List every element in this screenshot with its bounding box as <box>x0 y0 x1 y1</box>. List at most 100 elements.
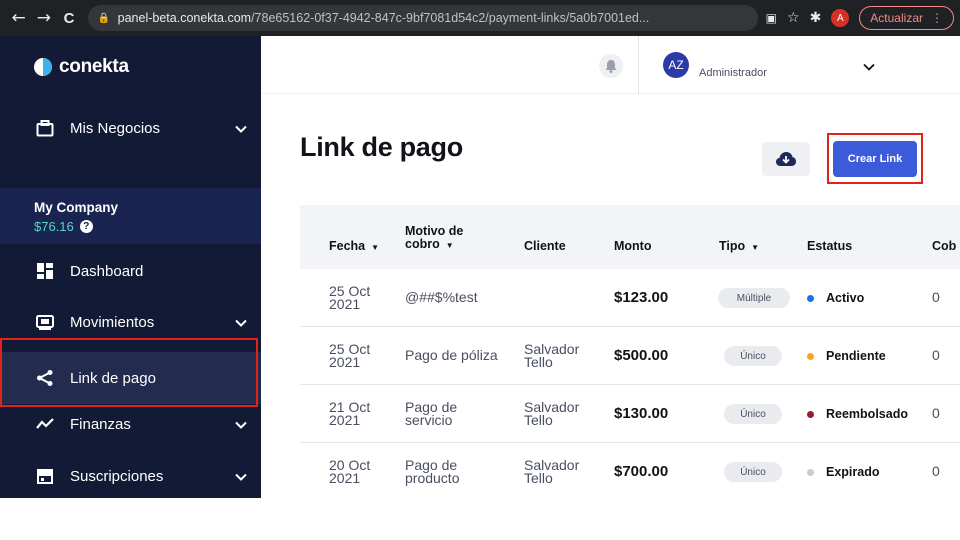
row-amount: $700.00 <box>614 463 669 480</box>
highlight-link-de-pago <box>0 338 258 407</box>
row-concept: @##$%test <box>405 289 478 305</box>
caret-down-icon: ▼ <box>751 243 760 252</box>
caret-down-icon: ▼ <box>371 243 380 252</box>
header-label: Fecha <box>329 239 366 253</box>
column-header-cliente: Cliente <box>524 239 566 253</box>
concept-line2: producto <box>405 470 460 486</box>
status-badge: Activo <box>807 291 864 305</box>
user-avatar[interactable]: AZ <box>663 52 689 78</box>
status-dot <box>807 352 814 360</box>
chevron-down-icon <box>235 468 247 485</box>
extensions-puzzle-icon[interactable]: ✱ <box>810 10 822 26</box>
notifications-bell-icon[interactable] <box>599 54 623 78</box>
status-dot <box>807 468 814 476</box>
type-badge: Múltiple <box>718 288 790 308</box>
trend-line-icon <box>34 415 56 433</box>
sidebar-item-finanzas[interactable]: Finanzas <box>0 404 261 444</box>
chevron-down-icon <box>235 120 247 137</box>
company-balance-row: $76.16 ? <box>34 219 261 234</box>
briefcase-icon <box>34 119 56 137</box>
status-label: Reembolsado <box>826 407 908 421</box>
top-header: AZ Administrador <box>261 36 960 94</box>
company-balance: $76.16 <box>34 219 74 234</box>
lock-icon: 🔒 <box>97 12 111 24</box>
client-last: Tello <box>524 412 553 428</box>
column-header-cobros: Cob <box>932 239 957 253</box>
calendar-icon <box>34 467 56 485</box>
client-last: Tello <box>524 354 553 370</box>
type-badge: Único <box>724 404 782 424</box>
sidebar-item-dashboard[interactable]: Dashboard <box>0 251 261 291</box>
row-date: 25 Oct 2021 <box>329 342 370 370</box>
row-amount: $130.00 <box>614 405 669 422</box>
row-date: 20 Oct 2021 <box>329 458 370 486</box>
caret-down-icon: ▼ <box>445 241 454 250</box>
back-button[interactable]: ← <box>6 8 31 28</box>
client-last: Tello <box>524 470 553 486</box>
column-header-estatus: Estatus <box>807 239 853 253</box>
update-label: Actualizar <box>870 11 923 25</box>
date-year: 2021 <box>329 354 361 370</box>
column-header-fecha[interactable]: Fecha ▼ <box>329 239 379 253</box>
status-label: Pendiente <box>826 349 886 363</box>
url-path: /78e65162-0f37-4942-847c-9bf7081d54c2/pa… <box>251 11 650 25</box>
date-year: 2021 <box>329 296 361 312</box>
column-header-motivo[interactable]: Motivo de cobro ▼ <box>405 225 463 252</box>
status-badge: Expirado <box>807 465 880 479</box>
date-year: 2021 <box>329 470 361 486</box>
sidebar: conekta Mis Negocios My Company $76.16 ?… <box>0 36 261 498</box>
row-date: 21 Oct 2021 <box>329 400 370 427</box>
wallet-icon <box>34 313 56 331</box>
row-count: 0 <box>932 347 940 363</box>
sidebar-item-label: Dashboard <box>70 262 144 280</box>
company-name: My Company <box>34 200 119 215</box>
bookmark-star-icon[interactable]: ☆ <box>787 10 800 26</box>
table-row[interactable]: 25 Oct 2021 Pago de póliza Salvador Tello … <box>300 327 960 385</box>
row-amount: $500.00 <box>614 347 669 364</box>
header-label: Tipo <box>719 239 746 253</box>
browser-toolbar: ← → C 🔒 panel-beta.conekta.com /78e65162… <box>0 0 960 36</box>
sidebar-item-label: Movimientos <box>70 313 155 331</box>
table-row[interactable]: 25 Oct 2021 @##$%test $123.00 Múltiple Ac… <box>300 269 960 327</box>
update-button[interactable]: Actualizar ⋮ <box>859 6 954 30</box>
address-bar[interactable]: 🔒 panel-beta.conekta.com /78e65162-0f37-… <box>87 5 758 31</box>
header-divider <box>638 36 639 94</box>
status-dot <box>807 410 814 418</box>
status-badge: Pendiente <box>807 349 886 363</box>
row-count: 0 <box>932 289 940 305</box>
table-header: Fecha ▼ Motivo de cobro ▼ Cliente Monto Tip… <box>300 205 960 269</box>
forward-button[interactable]: → <box>31 8 56 28</box>
column-header-monto: Monto <box>614 239 652 253</box>
status-label: Expirado <box>826 465 880 479</box>
status-badge: Reembolsado <box>807 407 908 421</box>
row-count: 0 <box>932 405 940 421</box>
table-row[interactable]: 21 Oct 2021 Pago de servicio Salvador Tello… <box>300 385 960 443</box>
sidebar-item-label: Suscripciones <box>70 467 164 485</box>
row-amount: $123.00 <box>614 289 669 306</box>
reload-button[interactable]: C <box>56 10 81 27</box>
sidebar-item-label: Mis Negocios <box>70 119 161 137</box>
table-row[interactable]: 20 Oct 2021 Pago de producto Salvador Tello… <box>300 443 960 501</box>
translate-icon[interactable]: ▣ <box>766 11 777 25</box>
download-button[interactable] <box>762 142 810 176</box>
status-label: Activo <box>826 291 865 305</box>
chevron-down-icon <box>235 314 247 331</box>
row-count: 0 <box>932 463 940 479</box>
highlight-create-link <box>827 133 923 184</box>
row-client: Salvador Tello <box>524 342 579 370</box>
chevron-down-icon <box>235 416 247 433</box>
type-badge: Único <box>724 346 782 366</box>
sidebar-item-movimientos[interactable]: Movimientos <box>0 302 261 342</box>
cloud-download-icon <box>776 152 796 166</box>
sidebar-item-suscripciones[interactable]: Suscripciones <box>0 456 261 496</box>
chevron-down-icon[interactable] <box>863 58 875 76</box>
help-icon[interactable]: ? <box>79 220 93 233</box>
profile-avatar[interactable]: A <box>831 9 850 27</box>
row-date: 25 Oct 2021 <box>329 284 370 312</box>
page-title: Link de pago <box>300 132 463 162</box>
conekta-logo-icon <box>34 58 52 76</box>
sidebar-item-mis-negocios[interactable]: Mis Negocios <box>0 108 261 148</box>
brand-logo[interactable]: conekta <box>34 56 129 78</box>
company-selector[interactable]: My Company $76.16 ? <box>0 188 261 244</box>
column-header-tipo[interactable]: Tipo ▼ <box>719 239 759 253</box>
